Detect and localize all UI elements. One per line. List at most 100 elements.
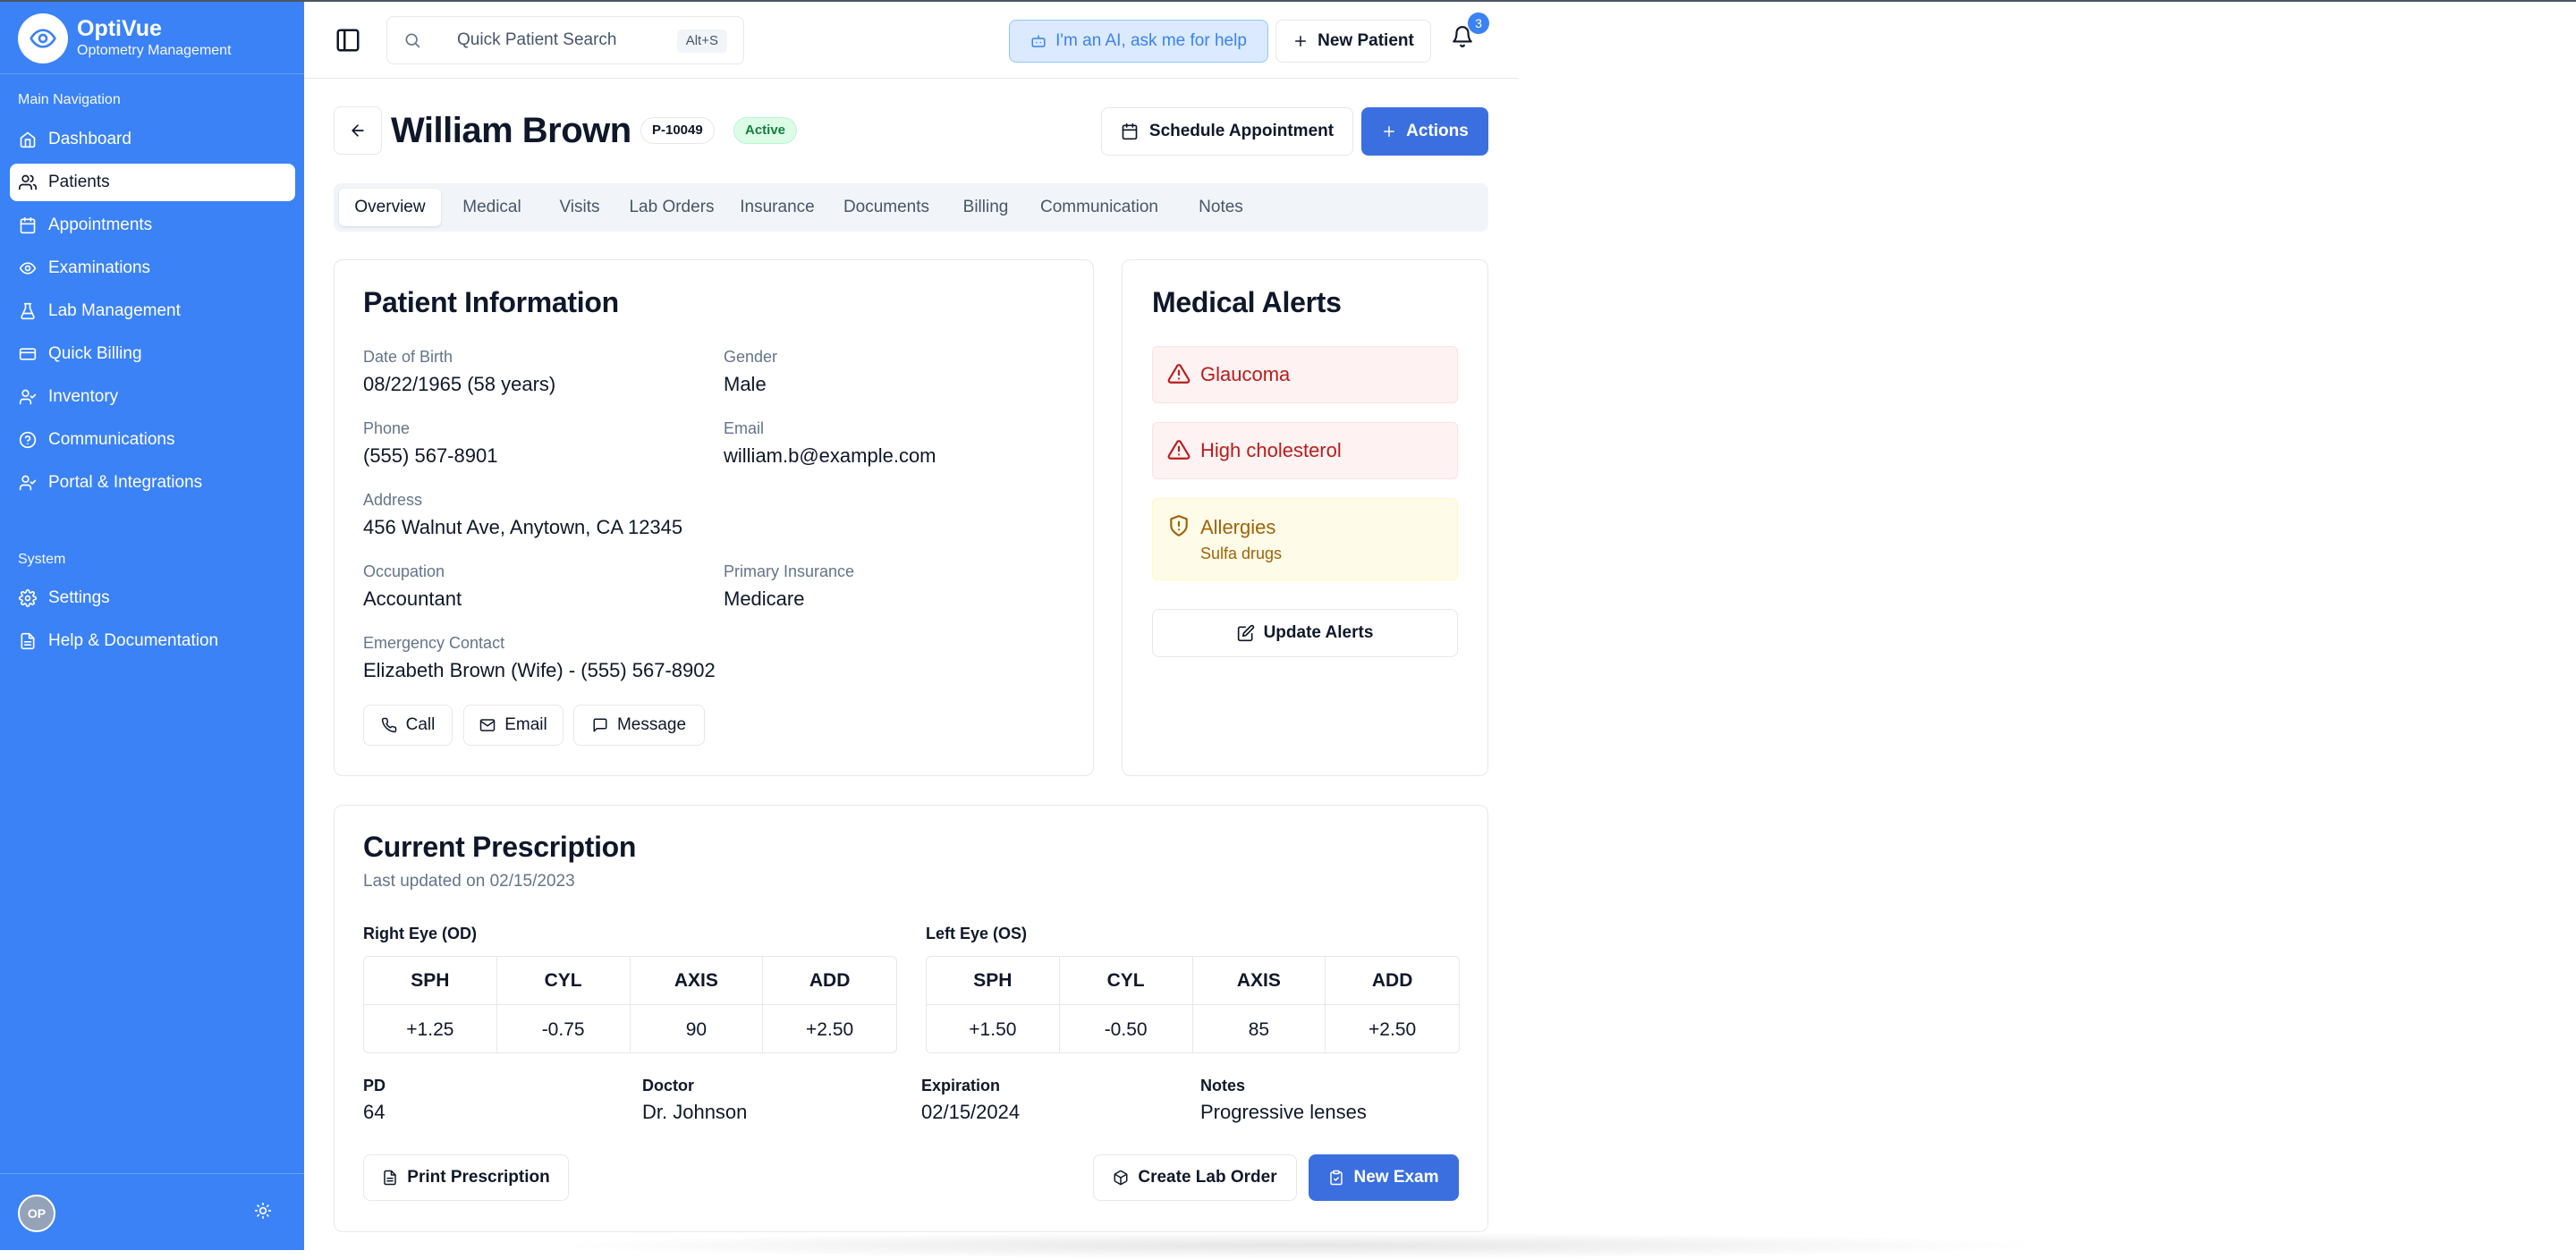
occupation-value: Accountant bbox=[363, 587, 462, 610]
right-eye-label: Right Eye (OD) bbox=[363, 925, 478, 942]
create-lab-order-button[interactable]: Create Lab Order bbox=[1093, 1154, 1297, 1201]
call-button[interactable]: Call bbox=[363, 705, 453, 746]
tab-insurance[interactable]: Insurance bbox=[729, 189, 826, 226]
email-label: Email bbox=[724, 419, 765, 437]
email-button-label: Email bbox=[504, 715, 547, 734]
sidebar-item-label: Quick Billing bbox=[48, 344, 142, 363]
sidebar-item-label: Portal & Integrations bbox=[48, 473, 203, 492]
eye-logo-icon bbox=[18, 13, 68, 63]
pd-label: PD bbox=[363, 1077, 386, 1094]
page-title: William Brown bbox=[391, 111, 631, 150]
pd-value: 64 bbox=[363, 1101, 386, 1123]
mail-icon bbox=[479, 719, 496, 731]
table-cell: -0.75 bbox=[497, 1005, 631, 1052]
create-lab-order-label: Create Lab Order bbox=[1138, 1168, 1277, 1187]
file-text-icon bbox=[21, 632, 35, 650]
alert-title: Glaucoma bbox=[1200, 363, 1291, 385]
doctor-label: Doctor bbox=[642, 1077, 694, 1094]
sidebar-item-quick-billing[interactable]: Quick Billing bbox=[10, 335, 295, 373]
new-patient-button[interactable]: New Patient bbox=[1275, 20, 1431, 63]
new-patient-label: New Patient bbox=[1318, 31, 1414, 50]
call-label: Call bbox=[405, 715, 436, 734]
theme-toggle-sun-icon[interactable] bbox=[254, 1202, 272, 1220]
gender-value: Male bbox=[724, 373, 767, 395]
prescription-updated: Last updated on 02/15/2023 bbox=[363, 872, 575, 891]
phone-icon bbox=[381, 717, 396, 733]
credit-card-icon bbox=[19, 348, 37, 360]
sidebar-item-lab-management[interactable]: Lab Management bbox=[10, 292, 295, 330]
column-header: CYL bbox=[496, 957, 631, 1005]
bot-icon bbox=[1031, 35, 1046, 47]
sidebar-item-label: Appointments bbox=[48, 215, 153, 234]
tab-overview[interactable]: Overview bbox=[339, 189, 441, 226]
sidebar-item-settings[interactable]: Settings bbox=[10, 579, 295, 617]
actions-button[interactable]: Actions bbox=[1361, 107, 1488, 156]
sidebar-item-appointments[interactable]: Appointments bbox=[10, 207, 295, 244]
sidebar-divider bbox=[0, 73, 304, 74]
tab-communication[interactable]: Communication bbox=[1028, 189, 1171, 226]
right-eye-table: SPH CYL AXIS ADD +1.25 -0.75 90 +2.50 bbox=[363, 956, 897, 1053]
table-cell: 85 bbox=[1193, 1005, 1326, 1052]
edit-icon bbox=[1237, 624, 1254, 642]
sidebar-group-main-label: Main Navigation bbox=[18, 92, 121, 107]
print-prescription-label: Print Prescription bbox=[407, 1168, 550, 1187]
ai-help-button[interactable]: I'm an AI, ask me for help bbox=[1009, 20, 1268, 63]
avatar[interactable]: OP bbox=[18, 1195, 55, 1232]
table-cell: 90 bbox=[631, 1005, 764, 1052]
column-header: AXIS bbox=[1192, 957, 1326, 1005]
tab-documents[interactable]: Documents bbox=[831, 189, 942, 226]
sidebar: OptiVue Optometry Management Main Naviga… bbox=[0, 2, 304, 1250]
sidebar-item-examinations[interactable]: Examinations bbox=[10, 249, 295, 287]
tab-notes[interactable]: Notes bbox=[1183, 189, 1258, 226]
table-cell: -0.50 bbox=[1060, 1005, 1193, 1052]
insurance-value: Medicare bbox=[724, 587, 805, 610]
tab-billing[interactable]: Billing bbox=[947, 189, 1024, 226]
sidebar-item-label: Inventory bbox=[48, 387, 119, 406]
sidebar-item-help-documentation[interactable]: Help & Documentation bbox=[10, 622, 295, 660]
brand[interactable]: OptiVue Optometry Management bbox=[18, 11, 232, 66]
notes-value: Progressive lenses bbox=[1200, 1101, 1367, 1123]
back-button[interactable] bbox=[334, 106, 382, 155]
sidebar-item-inventory[interactable]: Inventory bbox=[10, 378, 295, 416]
sidebar-item-communications[interactable]: Communications bbox=[10, 421, 295, 459]
emergency-contact-value: Elizabeth Brown (Wife) - (555) 567-8902 bbox=[363, 659, 716, 681]
print-prescription-button[interactable]: Print Prescription bbox=[363, 1154, 569, 1201]
email-button[interactable]: Email bbox=[463, 705, 564, 746]
expiration-label: Expiration bbox=[921, 1077, 1001, 1094]
new-exam-button[interactable]: New Exam bbox=[1309, 1154, 1459, 1201]
user-check-icon bbox=[19, 389, 37, 405]
users-icon bbox=[19, 174, 37, 190]
update-alerts-button[interactable]: Update Alerts bbox=[1152, 609, 1458, 657]
message-label: Message bbox=[616, 715, 687, 734]
tab-lab-orders[interactable]: Lab Orders bbox=[616, 189, 727, 226]
app-name: OptiVue bbox=[77, 16, 162, 41]
sidebar-item-label: Examinations bbox=[48, 258, 151, 277]
table-cell: +2.50 bbox=[806, 1018, 854, 1040]
occupation-label: Occupation bbox=[363, 562, 445, 580]
alert-title: High cholesterol bbox=[1200, 439, 1342, 461]
column-header: SPH bbox=[364, 957, 497, 1005]
address-label: Address bbox=[363, 491, 423, 509]
alert-high-cholesterol: High cholesterol bbox=[1152, 422, 1458, 479]
message-button[interactable]: Message bbox=[573, 705, 705, 746]
schedule-appointment-label: Schedule Appointment bbox=[1148, 122, 1335, 140]
sidebar-item-label: Help & Documentation bbox=[48, 631, 219, 650]
address-value: 456 Walnut Ave, Anytown, CA 12345 bbox=[363, 516, 683, 538]
user-check-icon bbox=[19, 475, 37, 491]
sidebar-item-dashboard[interactable]: Dashboard bbox=[10, 121, 295, 158]
shield-alert-icon bbox=[1170, 515, 1188, 537]
dob-value: 08/22/1965 (58 years) bbox=[363, 373, 556, 395]
search-icon bbox=[405, 33, 420, 48]
quick-patient-search[interactable]: Quick Patient Search Alt+S bbox=[386, 16, 744, 64]
sidebar-item-portal-integrations[interactable]: Portal & Integrations bbox=[10, 464, 295, 502]
search-placeholder: Quick Patient Search bbox=[457, 30, 617, 49]
sidebar-item-label: Lab Management bbox=[48, 301, 181, 320]
schedule-appointment-button[interactable]: Schedule Appointment bbox=[1101, 107, 1353, 156]
tab-medical[interactable]: Medical bbox=[448, 189, 536, 226]
sidebar-toggle-icon[interactable] bbox=[335, 27, 361, 54]
table-cell: +1.25 bbox=[364, 1005, 497, 1052]
plus-icon bbox=[1384, 126, 1395, 137]
sidebar-item-patients[interactable]: Patients bbox=[10, 164, 295, 201]
tab-visits[interactable]: Visits bbox=[541, 189, 618, 226]
eye-icon bbox=[19, 262, 37, 275]
